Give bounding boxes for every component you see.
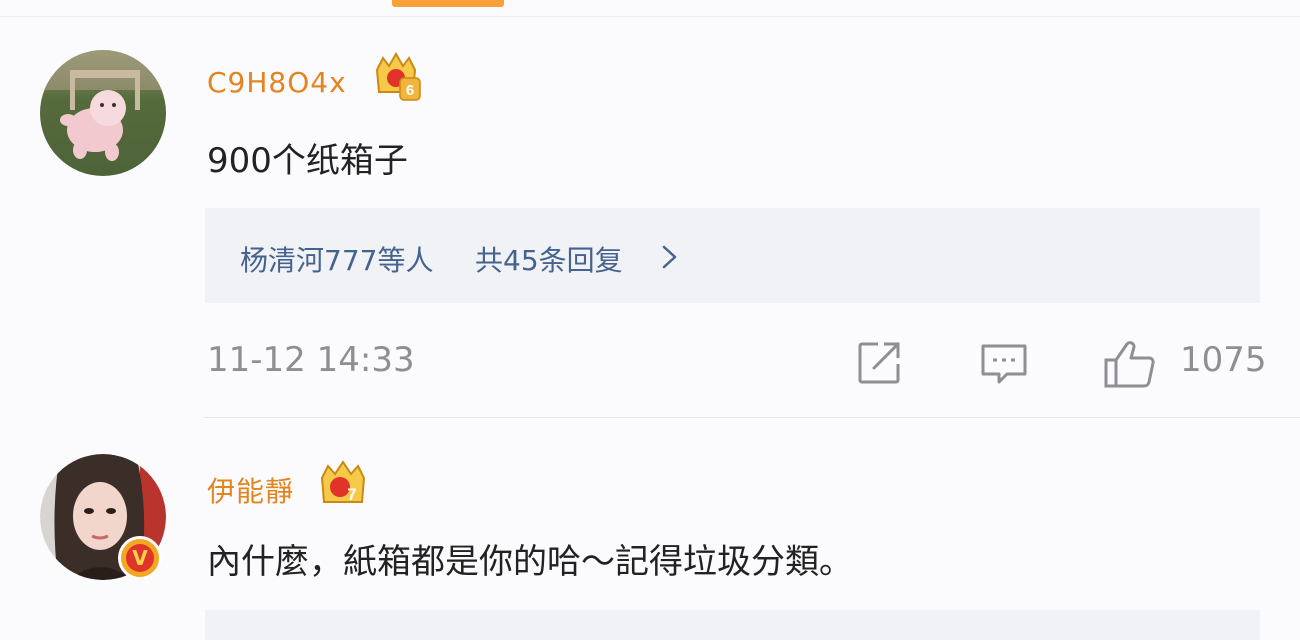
share-icon[interactable] [854,338,904,392]
avatar-dog-image [40,50,166,176]
username[interactable]: C9H8O4x [207,66,347,99]
reply-summary[interactable]: 杨清河777等人 共45条回复 [205,208,1260,303]
reply-summary[interactable] [205,610,1260,640]
comment-actions: 11-12 14:33 1075 [0,330,1300,394]
username[interactable]: 伊能靜 [207,470,294,510]
reply-users[interactable]: 杨清河777等人 [240,239,433,279]
svg-text:6: 6 [406,82,414,99]
crown-icon[interactable]: 6 [369,48,423,106]
comment-text: 900个纸箱子 [207,141,408,181]
chevron-right-icon[interactable] [660,244,680,274]
reply-count[interactable]: 共45条回复 [475,239,623,279]
comment-text: 內什麼，紙箱都是你的哈～記得垃圾分類。 [207,542,853,582]
avatar[interactable]: V [40,454,166,580]
verified-badge: V [118,536,162,580]
comment-divider [204,417,1300,418]
timestamp: 11-12 14:33 [207,340,415,380]
avatar[interactable] [40,50,166,176]
comment-icon[interactable] [979,338,1029,392]
comment-item: V 伊能靜 7 內什麼，紙箱都是你的哈～記得垃圾分類。 [0,420,1300,640]
comment-item: C9H8O4x 6 900个纸箱子 杨清河777等人 共45条回复 11-12 … [0,0,1300,420]
like-count: 1075 [1180,340,1267,380]
crown-icon[interactable]: 7 [316,456,370,514]
thumbs-up-icon[interactable] [1103,338,1159,396]
svg-text:7: 7 [347,485,356,504]
